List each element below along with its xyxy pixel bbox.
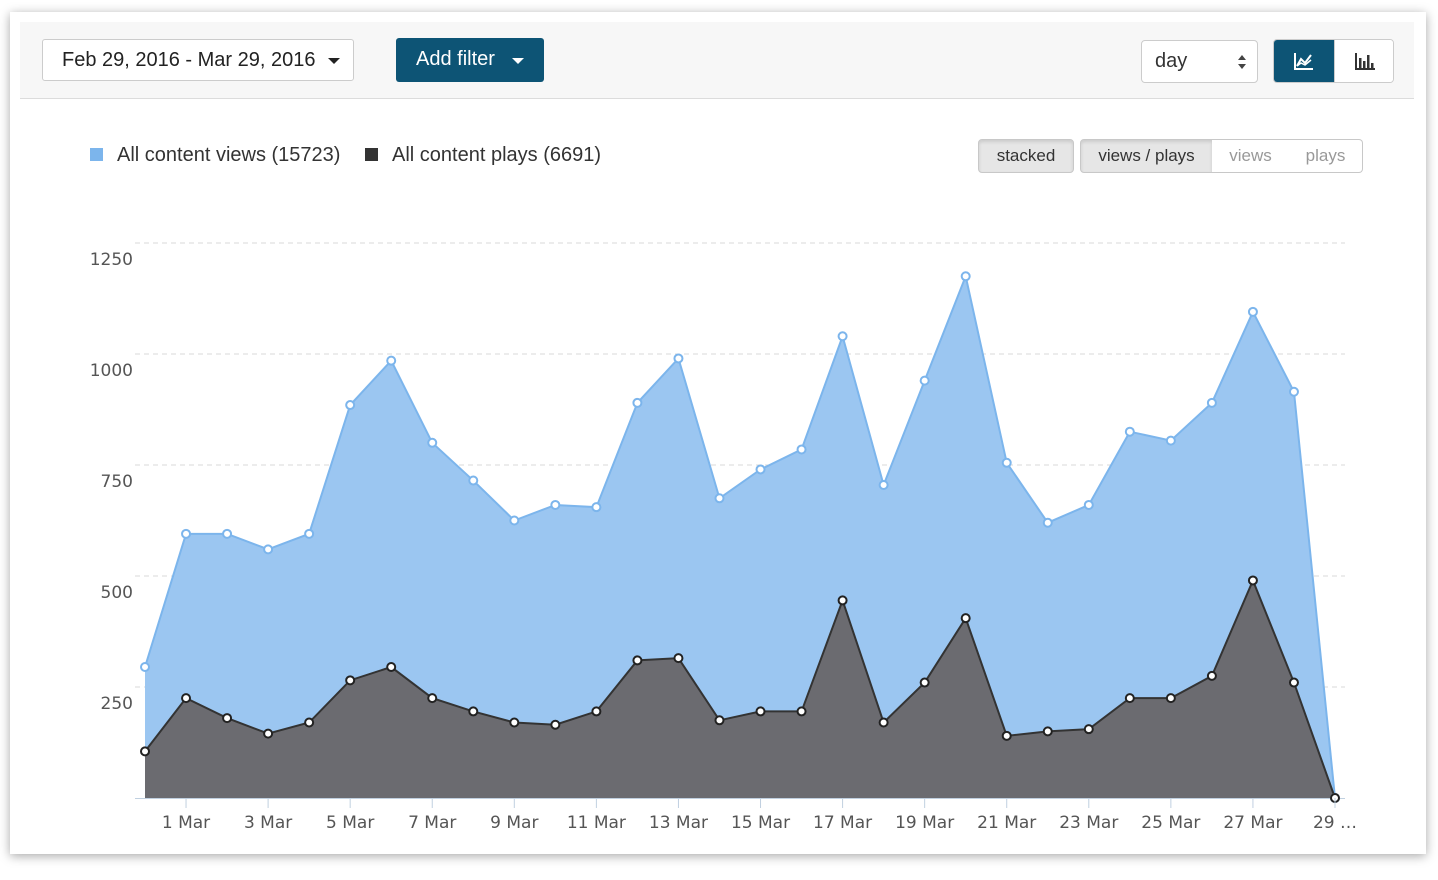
x-tick-label: 3 Mar — [244, 813, 292, 833]
y-tick-label: 1250 — [90, 250, 133, 270]
views-point — [140, 662, 150, 673]
views-point — [1206, 397, 1217, 408]
views-point — [304, 528, 315, 539]
views-point — [181, 528, 192, 539]
views-point — [714, 493, 725, 504]
plays-point — [1206, 670, 1217, 681]
views-point — [550, 499, 561, 510]
y-tick-label: 250 — [101, 694, 133, 714]
views-point — [837, 331, 848, 342]
views-point — [386, 355, 397, 366]
plays-point — [919, 677, 930, 688]
plays-point — [304, 717, 315, 728]
y-tick-label: 1000 — [90, 361, 133, 381]
plays-point — [714, 715, 725, 726]
views-point — [591, 502, 602, 513]
plays-point — [878, 717, 889, 728]
plays-point — [1288, 677, 1299, 688]
views-point — [673, 353, 684, 364]
plays-point — [591, 706, 602, 717]
views-point — [878, 479, 889, 490]
plays-point — [796, 706, 807, 717]
plays-point — [181, 693, 192, 704]
x-tick-label: 29 … — [1313, 813, 1357, 833]
plays-point — [755, 706, 766, 717]
views-point — [1001, 457, 1012, 468]
x-tick-label: 17 Mar — [813, 813, 872, 833]
plays-point — [509, 717, 520, 728]
x-tick-label: 25 Mar — [1141, 813, 1200, 833]
plays-point — [1124, 693, 1135, 704]
plays-point — [140, 746, 150, 757]
plays-point — [960, 613, 971, 624]
x-tick-label: 7 Mar — [408, 813, 456, 833]
plays-point — [1247, 575, 1258, 586]
y-tick-label: 750 — [101, 472, 133, 492]
views-point — [263, 544, 274, 555]
plays-point — [468, 706, 479, 717]
views-point — [1042, 517, 1053, 528]
plays-point — [1001, 730, 1012, 741]
views-point — [222, 528, 233, 539]
x-tick-label: 11 Mar — [567, 813, 626, 833]
plays-point — [1083, 724, 1094, 735]
plays-point — [345, 675, 356, 686]
views-point — [1124, 426, 1135, 437]
x-tick-label: 15 Mar — [731, 813, 790, 833]
x-tick-label: 5 Mar — [326, 813, 374, 833]
x-tick-label: 19 Mar — [895, 813, 954, 833]
views-point — [1165, 435, 1176, 446]
plays-point — [673, 653, 684, 664]
plays-point — [263, 728, 274, 739]
x-tick-label: 27 Mar — [1223, 813, 1282, 833]
views-point — [632, 397, 643, 408]
views-point — [509, 515, 520, 526]
y-tick-label: 500 — [101, 583, 133, 603]
plays-point — [550, 719, 561, 730]
views-point — [796, 444, 807, 455]
views-point — [1288, 386, 1299, 397]
area-chart: 250 500 750 1000 1250 1 Mar 3 Mar 5 Mar 7 Mar 9 M… — [90, 242, 1357, 833]
plays-point — [632, 655, 643, 666]
views-point — [919, 375, 930, 386]
plays-point — [222, 713, 233, 724]
x-tick-label: 1 Mar — [162, 813, 210, 833]
views-point — [1247, 306, 1258, 317]
views-point — [755, 464, 766, 475]
plays-point — [837, 595, 848, 606]
plays-point — [1042, 726, 1053, 737]
views-point — [960, 271, 971, 282]
plays-point — [1165, 693, 1176, 704]
plays-point — [386, 662, 397, 673]
views-point — [345, 400, 356, 411]
views-point — [1083, 499, 1094, 510]
views-point — [427, 437, 438, 448]
plays-point — [427, 693, 438, 704]
x-tick-label: 21 Mar — [977, 813, 1036, 833]
x-tick-label: 13 Mar — [649, 813, 708, 833]
views-point — [468, 475, 479, 486]
x-tick-label: 9 Mar — [490, 813, 538, 833]
x-tick-label: 23 Mar — [1059, 813, 1118, 833]
